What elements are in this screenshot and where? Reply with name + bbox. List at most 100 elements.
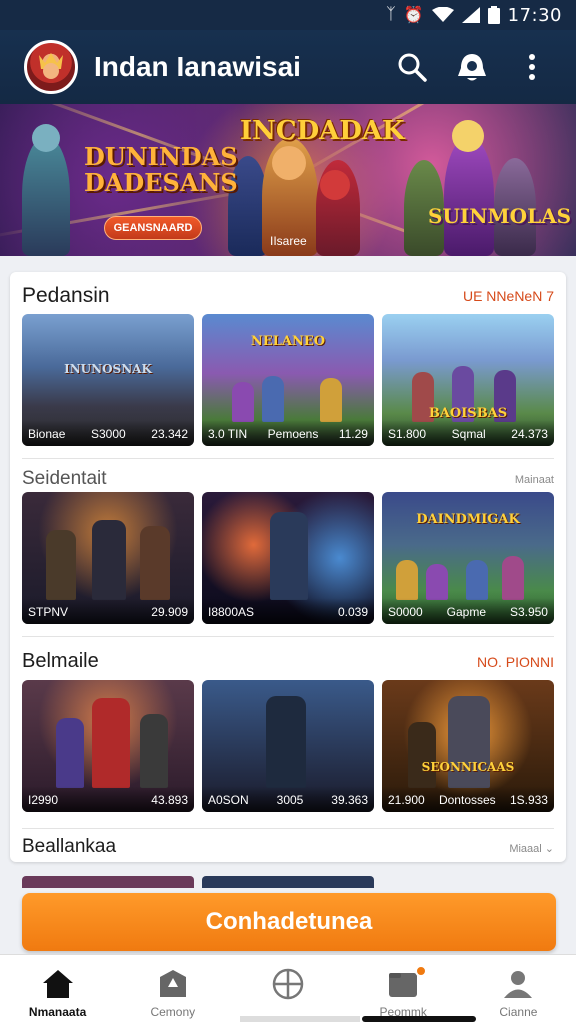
tile-meta-mid: Gapme: [446, 605, 486, 619]
section-title: Seidentait: [22, 468, 107, 489]
tile-meta: S1.800 Sqmal 24.373: [382, 420, 554, 446]
section-link[interactable]: NO. PIONNI: [477, 654, 554, 670]
section-title: Beallankaa: [22, 836, 117, 857]
tile-meta-right: 23.342: [151, 427, 188, 441]
tab-label: Nmanaata: [28, 1005, 87, 1019]
section-link[interactable]: Mainaat: [515, 474, 554, 486]
content-card: Pedansin UE NNeNeN 7 INUNOSNAK Bionae S30…: [10, 272, 566, 862]
game-tile[interactable]: I8800AS 0.039: [202, 492, 374, 624]
tile-meta-mid: S3000: [90, 427, 126, 441]
primary-cta-button[interactable]: Conhadetunea: [22, 893, 556, 951]
section-link[interactable]: Miaaal ⌄: [509, 842, 554, 855]
banner-hero-head: [32, 124, 60, 152]
peek-tile: [202, 876, 374, 888]
tile-meta: A0SON 3005 39.363: [202, 786, 374, 812]
notification-badge: [414, 965, 427, 977]
tile-meta-right: 43.893: [151, 793, 188, 807]
peek-tile: [22, 876, 194, 888]
tile-figure: [92, 520, 126, 600]
game-tile[interactable]: SEONNICAAS 21.900 Dontosses 1S.933: [382, 680, 554, 812]
tile-meta: STPNV 29.909: [22, 598, 194, 624]
tile-figure: [266, 696, 306, 788]
tab-label: Cemony: [150, 1005, 196, 1019]
tile-meta-right: 0.039: [337, 605, 368, 619]
game-tile[interactable]: A0SON 3005 39.363: [202, 680, 374, 812]
tile-meta-left: S0000: [388, 605, 423, 619]
tile-meta-mid: Dontosses: [438, 793, 496, 807]
app-header: Indan Ianawisai: [0, 30, 576, 104]
tab-crosshair[interactable]: [230, 955, 345, 1024]
tile-meta-left: 3.0 TIN: [208, 427, 248, 441]
banner-cta-button[interactable]: GEANSNAARD: [104, 216, 202, 240]
game-tile[interactable]: DAINDMIGAK S0000 Gapme S3.950: [382, 492, 554, 624]
game-logo: SEONNICAAS: [421, 760, 515, 774]
banner-hero-figure: [22, 136, 70, 256]
tile-figure: [270, 512, 308, 600]
profile-icon: [504, 971, 533, 998]
app-screen: ᛉ ⏰ 17:30 Indan Ianawisai INCDADAK DUNIN…: [0, 0, 576, 1024]
banner-headline: INCDADAK: [240, 116, 405, 146]
tile-figure: [426, 564, 448, 600]
tile-meta-right: 11.29: [338, 427, 368, 441]
search-icon: [398, 53, 427, 82]
bluetooth-icon: ᛉ: [386, 6, 396, 23]
tile-meta: I2990 43.893: [22, 786, 194, 812]
tile-figure: [448, 696, 490, 788]
tab-profile[interactable]: Cianne: [461, 955, 576, 1024]
promo-banner[interactable]: INCDADAK DUNINDAS DADESANS SUINMOLAS GEA…: [0, 104, 576, 256]
game-tile[interactable]: I2990 43.893: [22, 680, 194, 812]
game-tile[interactable]: NELANEO 3.0 TIN Pemoens 11.29: [202, 314, 374, 446]
status-time: 17:30: [507, 4, 562, 26]
section-title: Pedansin: [22, 284, 110, 307]
banner-left-title: DUNINDAS DADESANS: [84, 144, 238, 196]
game-logo: NELANEO: [250, 334, 326, 349]
game-tile[interactable]: STPNV 29.909: [22, 492, 194, 624]
tile-meta-left: Bionae: [28, 427, 66, 441]
game-tile[interactable]: BAOISBAS S1.800 Sqmal 24.373: [382, 314, 554, 446]
tile-meta-right: 24.373: [511, 427, 548, 441]
home-icon: [42, 970, 73, 998]
section-link[interactable]: UE NNeNeN 7: [463, 288, 554, 304]
tile-figure: [46, 530, 76, 600]
tile-meta-left: STPNV: [28, 605, 69, 619]
bottom-nav: Nmanaata Cemony Peommk Cianne: [0, 954, 576, 1024]
more-button[interactable]: [512, 47, 552, 87]
tile-meta: I8800AS 0.039: [202, 598, 374, 624]
section-title: Belmaile: [22, 650, 99, 672]
section-divider: [22, 458, 554, 459]
tile-meta-left: I2990: [28, 793, 59, 807]
tile-figure: [92, 698, 130, 788]
tile-meta-mid: Pemoens: [267, 427, 319, 441]
search-button[interactable]: [392, 47, 432, 87]
app-title: Indan Ianawisai: [94, 51, 301, 82]
tile-meta: 3.0 TIN Pemoens 11.29: [202, 420, 374, 446]
section-divider: [22, 636, 554, 637]
tile-meta: S0000 Gapme S3.950: [382, 598, 554, 624]
tab-folder[interactable]: Peommk: [346, 955, 461, 1024]
tab-home[interactable]: Nmanaata: [0, 955, 115, 1024]
banner-right-title: SUINMOLAS: [428, 204, 572, 228]
tile-figure: [320, 378, 342, 422]
notification-icon: [458, 54, 486, 81]
alarm-icon: ⏰: [403, 7, 424, 24]
tile-meta-left: I8800AS: [208, 605, 255, 619]
game-tile[interactable]: INUNOSNAK Bionae S3000 23.342: [22, 314, 194, 446]
banner-left-title-line: DADESANS: [84, 168, 238, 197]
game-logo: DAINDMIGAK: [416, 512, 520, 527]
tile-figure: [466, 560, 488, 600]
tile-meta-mid: Sqmal: [451, 427, 486, 441]
avatar[interactable]: [24, 40, 78, 94]
tab-shield[interactable]: Cemony: [115, 955, 230, 1024]
tile-figure: [140, 714, 168, 788]
gesture-bar-handle[interactable]: [362, 1016, 476, 1022]
notification-button[interactable]: [452, 47, 492, 87]
section-link-label: Miaaal: [509, 843, 542, 855]
battery-icon: [487, 6, 500, 24]
tile-figure: [56, 718, 84, 788]
tile-meta-left: S1.800: [388, 427, 427, 441]
tile-meta: Bionae S3000 23.342: [22, 420, 194, 446]
tile-figure: [140, 526, 170, 600]
tile-meta-right: 29.909: [151, 605, 188, 619]
signal-icon: [461, 7, 480, 23]
banner-left-title-line: DUNINDAS: [84, 142, 238, 171]
